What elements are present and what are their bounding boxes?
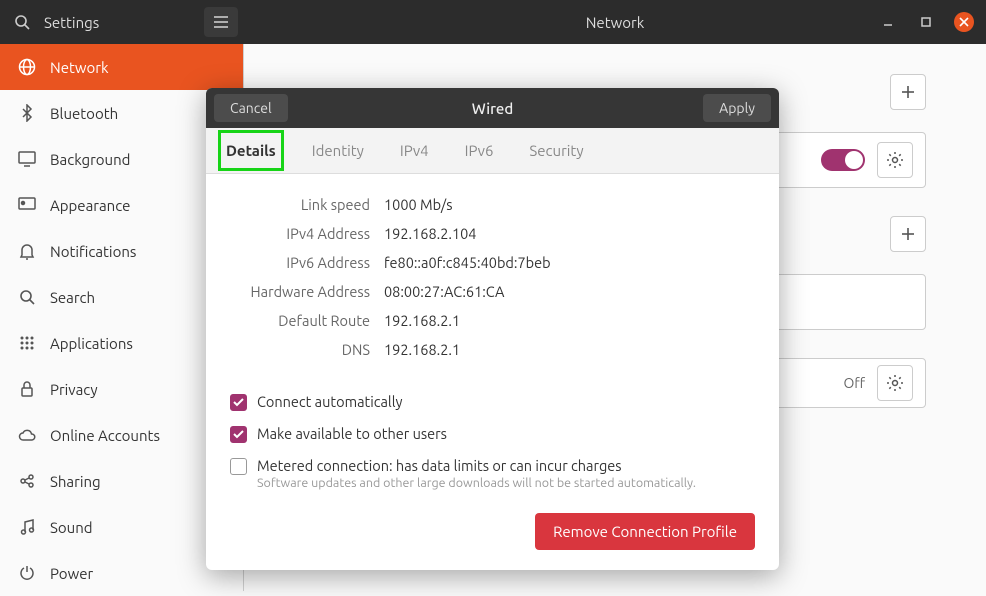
tab-details[interactable]: Details (222, 134, 280, 167)
cancel-button[interactable]: Cancel (214, 94, 288, 122)
detail-key: Hardware Address (230, 283, 370, 300)
connection-settings-button[interactable] (877, 142, 913, 178)
appearance-icon (18, 196, 36, 214)
detail-value: fe80::a0f:c845:40bd:7beb (384, 254, 551, 271)
detail-row-link-speed: Link speed 1000 Mb/s (230, 190, 755, 219)
checkbox-metered[interactable] (230, 458, 247, 475)
sidebar-item-label: Applications (50, 335, 133, 352)
cloud-icon (18, 426, 36, 444)
apply-button[interactable]: Apply (703, 94, 771, 122)
page-title: Network (244, 14, 986, 31)
dialog-header: Cancel Wired Apply (206, 88, 779, 128)
sidebar-item-label: Appearance (50, 197, 130, 214)
connection-toggle[interactable] (821, 149, 865, 171)
sidebar-item-label: Search (50, 289, 95, 306)
tab-security[interactable]: Security (525, 134, 587, 167)
bluetooth-icon (18, 104, 36, 122)
close-icon (959, 17, 969, 27)
titlebar: Settings Network (0, 0, 986, 44)
sidebar-item-label: Privacy (50, 381, 98, 398)
minimize-button[interactable] (878, 12, 898, 32)
remove-connection-button[interactable]: Remove Connection Profile (535, 513, 755, 550)
sidebar-item-label: Notifications (50, 243, 136, 260)
bell-icon (18, 242, 36, 260)
checkbox-group: Connect automatically Make available to … (230, 386, 755, 497)
checkbox-row-share[interactable]: Make available to other users (230, 418, 755, 450)
sidebar-item-label: Background (50, 151, 130, 168)
checkbox-label: Connect automatically (257, 393, 402, 410)
maximize-button[interactable] (916, 12, 936, 32)
sidebar-item-label: Online Accounts (50, 427, 160, 444)
search-button[interactable] (0, 0, 44, 44)
proxy-status: Off (843, 375, 865, 391)
dialog-footer: Remove Connection Profile (230, 513, 755, 550)
checkbox-label-group: Metered connection: has data limits or c… (257, 457, 696, 490)
detail-key: Link speed (230, 196, 370, 213)
check-icon (233, 398, 244, 407)
connection-dialog: Cancel Wired Apply Details Identity IPv4… (206, 88, 779, 570)
dialog-title: Wired (206, 100, 779, 117)
sidebar-item-label: Sound (50, 519, 93, 536)
detail-row-hardware: Hardware Address 08:00:27:AC:61:CA (230, 277, 755, 306)
sidebar-item-label: Power (50, 565, 93, 582)
titlebar-right: Network (244, 0, 986, 44)
search-icon (14, 14, 30, 30)
detail-value: 192.168.2.1 (384, 341, 460, 358)
detail-value: 192.168.2.1 (384, 312, 460, 329)
share-icon (18, 472, 36, 490)
detail-value: 192.168.2.104 (384, 225, 476, 242)
window-controls (878, 0, 974, 44)
detail-value: 1000 Mb/s (384, 196, 453, 213)
gear-icon (886, 151, 904, 169)
detail-key: DNS (230, 341, 370, 358)
power-icon (18, 564, 36, 582)
checkbox-row-auto[interactable]: Connect automatically (230, 386, 755, 418)
detail-row-dns: DNS 192.168.2.1 (230, 335, 755, 364)
hamburger-icon (213, 16, 229, 28)
tab-ipv4[interactable]: IPv4 (396, 134, 433, 167)
detail-key: Default Route (230, 312, 370, 329)
proxy-settings-button[interactable] (877, 365, 913, 401)
detail-key: IPv6 Address (230, 254, 370, 271)
checkbox-label: Make available to other users (257, 425, 447, 442)
minimize-icon (882, 16, 894, 28)
checkbox-label: Metered connection: has data limits or c… (257, 457, 696, 474)
hamburger-button[interactable] (204, 7, 238, 37)
music-icon (18, 518, 36, 536)
detail-key: IPv4 Address (230, 225, 370, 242)
checkbox-sublabel: Software updates and other large downloa… (257, 476, 696, 490)
gear-icon (886, 374, 904, 392)
sidebar-item-network[interactable]: Network (0, 44, 243, 90)
add-vpn-button[interactable] (890, 216, 926, 252)
checkbox-row-metered[interactable]: Metered connection: has data limits or c… (230, 450, 755, 497)
apps-icon (18, 334, 36, 352)
detail-value: 08:00:27:AC:61:CA (384, 283, 504, 300)
dialog-body: Link speed 1000 Mb/s IPv4 Address 192.16… (206, 174, 779, 570)
plus-icon (901, 227, 915, 241)
add-wired-button[interactable] (890, 74, 926, 110)
sidebar-item-label: Sharing (50, 473, 101, 490)
maximize-icon (920, 16, 932, 28)
plus-icon (901, 85, 915, 99)
checkbox-share[interactable] (230, 426, 247, 443)
dialog-tabs: Details Identity IPv4 IPv6 Security (206, 128, 779, 174)
sidebar-item-label: Network (50, 59, 109, 76)
globe-icon (18, 58, 36, 76)
titlebar-left: Settings (0, 0, 244, 44)
settings-title: Settings (44, 14, 204, 31)
check-icon (233, 430, 244, 439)
monitor-icon (18, 150, 36, 168)
sidebar-item-label: Bluetooth (50, 105, 118, 122)
detail-row-ipv4: IPv4 Address 192.168.2.104 (230, 219, 755, 248)
detail-row-ipv6: IPv6 Address fe80::a0f:c845:40bd:7beb (230, 248, 755, 277)
close-button[interactable] (954, 12, 974, 32)
search-icon (18, 288, 36, 306)
detail-row-default-route: Default Route 192.168.2.1 (230, 306, 755, 335)
tab-ipv6[interactable]: IPv6 (461, 134, 498, 167)
tab-identity[interactable]: Identity (308, 134, 368, 167)
checkbox-connect-auto[interactable] (230, 394, 247, 411)
lock-icon (18, 380, 36, 398)
